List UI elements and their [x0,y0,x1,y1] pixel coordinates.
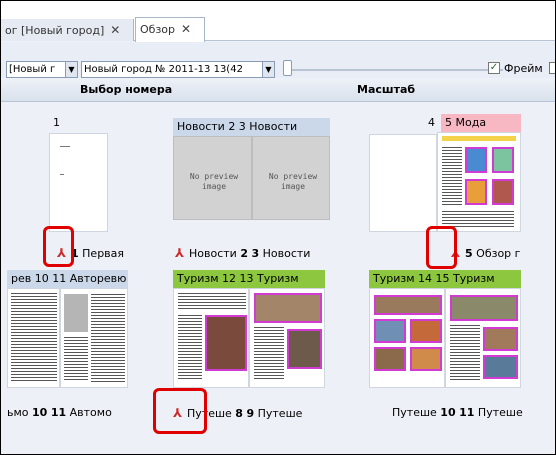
tab-new-city[interactable]: ог [Новый город] ✕ [1,19,134,41]
header-zoom: Масштаб [357,83,416,96]
chevron-down-icon[interactable]: ▼ [262,62,274,77]
zoom-slider-track[interactable] [285,69,503,71]
chevron-down-icon[interactable]: ▼ [65,62,77,77]
page-thumbnail[interactable] [60,288,128,388]
page-caption[interactable]: ⅄ Новости 2 3 Новости [175,246,310,260]
page-caption[interactable]: ⅄ 5 Обзор г [451,246,520,260]
page-thumbnail[interactable]: No preview image [252,136,330,220]
page-thumbnail[interactable] [249,288,325,388]
no-preview-text: No preview image [189,172,239,191]
spread-header: 4 [428,116,435,129]
page-thumbnail[interactable] [49,133,108,232]
close-icon[interactable]: ✕ [110,23,120,37]
close-icon[interactable]: ✕ [181,22,191,36]
tab-overview[interactable]: Обзор ✕ [135,17,205,42]
spread-header: Туризм 12 13 Туризм [173,270,325,288]
header-issue-select: Выбор номера [80,83,173,96]
pdf-icon[interactable]: ⅄ [175,246,189,260]
tab-label: Обзор [140,23,176,36]
issue-select[interactable]: [Новый г ▼ [6,61,78,78]
highlight-box [153,388,207,434]
tab-bar: ог [Новый город] ✕ Обзор ✕ [1,1,555,42]
window: ог [Новый город] ✕ Обзор ✕ [Новый г ▼ Новы… [0,0,556,455]
extra-checkbox[interactable] [549,62,555,74]
page-caption[interactable]: Путеше 10 11 Путеше [392,406,523,420]
highlight-box [43,226,74,267]
spread-header-tag: 5 Мода [441,114,521,132]
edition-select[interactable]: Новый город № 2011-13 13(42 ▼ [81,61,275,78]
frames-label: Фрейм [504,62,543,75]
spread-header: Новости 2 3 Новости [173,118,330,136]
page-thumbnail[interactable] [445,288,521,388]
page-thumbnail[interactable]: No preview image [173,136,252,220]
page-caption[interactable]: ьмо 10 11 Автомо [7,406,112,420]
toolbar: [Новый г ▼ Новый город № 2011-13 13(42 ▼… [1,42,555,78]
page-thumbnail[interactable] [7,288,60,388]
highlight-box [426,226,457,269]
spread-header: 1 [53,116,60,129]
page-thumbnail[interactable] [173,288,249,388]
page-thumbnail[interactable] [369,288,445,388]
page-thumbnail[interactable] [437,132,521,232]
spread-header: рев 10 11 Авторевю [7,270,128,288]
zoom-slider-thumb[interactable] [283,60,292,76]
page-thumbnail[interactable] [369,134,437,232]
frames-checkbox[interactable]: ✓ [488,62,500,74]
no-preview-text: No preview image [268,172,318,191]
spread-header: Туризм 14 15 Туризм [369,270,521,288]
tab-label: ог [Новый город] [5,24,105,37]
